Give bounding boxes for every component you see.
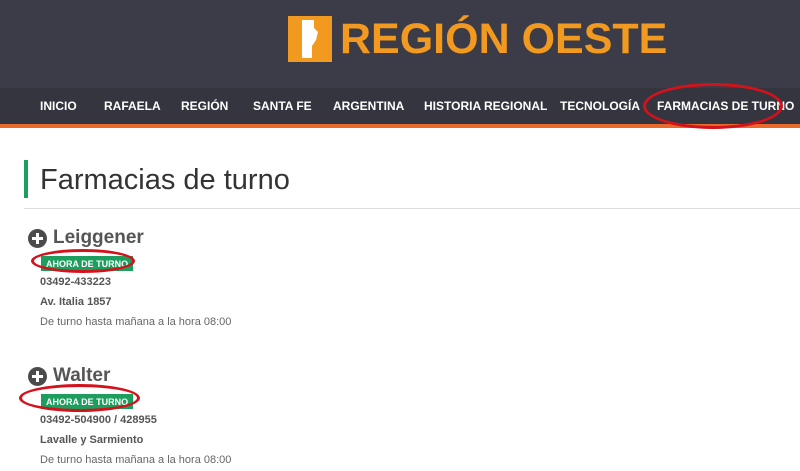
pharmacy-address: Av. Italia 1857 bbox=[40, 296, 112, 308]
nav-item-inicio[interactable]: INICIO bbox=[40, 88, 77, 124]
nav-item-rafaela[interactable]: RAFAELA bbox=[104, 88, 161, 124]
pharmacy-name[interactable]: Leiggener bbox=[53, 227, 144, 249]
pharmacy-hours: De turno hasta mañana a la hora 08:00 bbox=[40, 316, 232, 328]
title-divider bbox=[24, 208, 800, 209]
pharmacy-phone: 03492-433223 bbox=[40, 276, 111, 288]
santa-fe-province-icon bbox=[288, 16, 332, 62]
nav-item-argentina[interactable]: ARGENTINA bbox=[333, 88, 404, 124]
pharmacy-phone: 03492-504900 / 428955 bbox=[40, 414, 157, 426]
pharmacy-address: Lavalle y Sarmiento bbox=[40, 434, 144, 446]
main-nav: INICIO RAFAELA REGIÓN SANTA FE ARGENTINA… bbox=[0, 88, 800, 128]
site-logo[interactable]: REGIÓN OESTE bbox=[288, 14, 667, 64]
page-title: Farmacias de turno bbox=[40, 164, 290, 196]
nav-item-santa-fe[interactable]: SANTA FE bbox=[253, 88, 312, 124]
nav-item-farmacias-de-turno[interactable]: FARMACIAS DE TURNO bbox=[657, 88, 794, 124]
nav-item-historia-regional[interactable]: HISTORIA REGIONAL bbox=[424, 88, 547, 124]
nav-item-tecnologia[interactable]: TECNOLOGÍA bbox=[560, 88, 640, 124]
pharmacy-hours: De turno hasta mañana a la hora 08:00 bbox=[40, 454, 232, 466]
on-duty-badge: AHORA DE TURNO bbox=[41, 394, 134, 409]
logo-text: REGIÓN OESTE bbox=[340, 15, 668, 63]
nav-item-region[interactable]: REGIÓN bbox=[181, 88, 228, 124]
pharmacy-item: Leiggener AHORA DE TURNO 03492-433223 Av… bbox=[28, 226, 728, 332]
on-duty-badge: AHORA DE TURNO bbox=[41, 256, 134, 271]
site-header: REGIÓN OESTE bbox=[0, 0, 800, 88]
expand-plus-icon[interactable] bbox=[28, 228, 47, 248]
title-accent-bar bbox=[24, 160, 28, 198]
pharmacy-item: Walter AHORA DE TURNO 03492-504900 / 428… bbox=[28, 364, 728, 470]
pharmacy-name[interactable]: Walter bbox=[53, 365, 110, 387]
expand-plus-icon[interactable] bbox=[28, 366, 47, 386]
